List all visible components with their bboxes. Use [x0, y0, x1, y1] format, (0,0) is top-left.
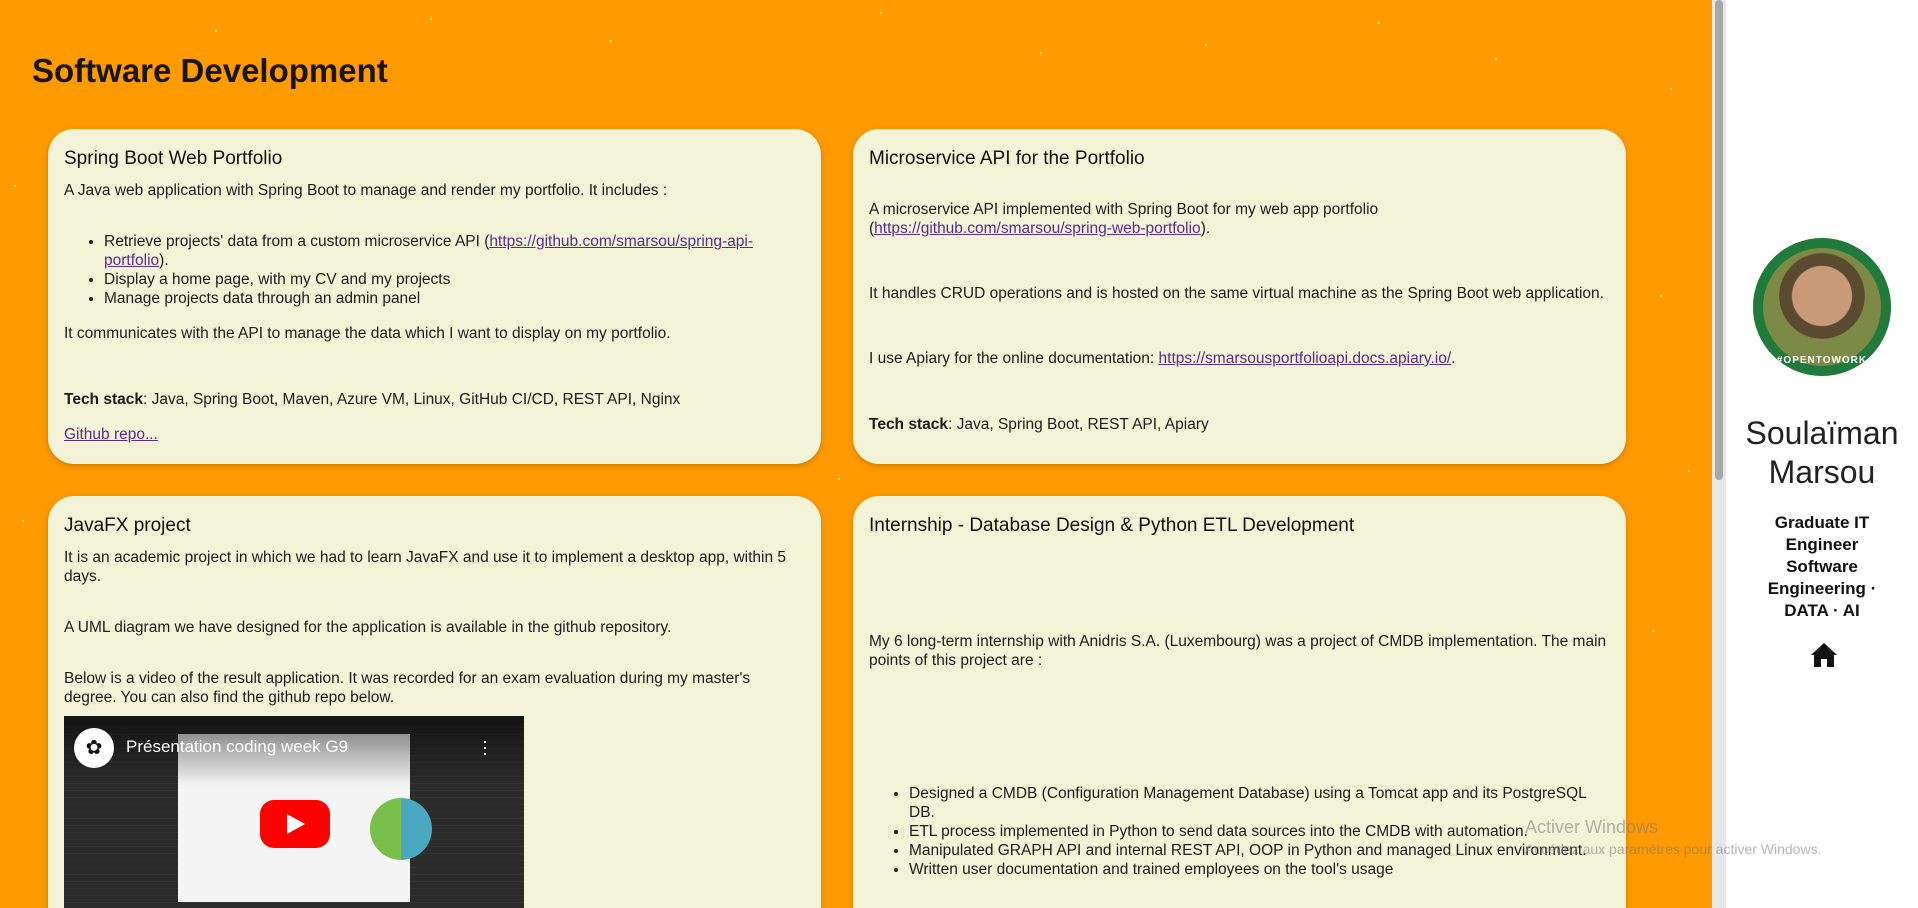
tech-stack: Tech stack: Java, Spring Boot, REST API,… — [869, 416, 1209, 433]
card-title: Spring Boot Web Portfolio — [64, 148, 283, 169]
card-title: Microservice API for the Portfolio — [869, 148, 1145, 169]
project-card-internship: Internship - Database Design & Python ET… — [853, 496, 1626, 908]
tech-stack: Tech stack: Java, Spring Boot, Maven, Az… — [64, 391, 681, 408]
more-options-icon[interactable]: · · · — [482, 732, 488, 762]
list-item: ETL process implemented in Python to sen… — [909, 822, 1610, 841]
card-paragraph: Below is a video of the result applicati… — [64, 670, 751, 706]
card-paragraph: I use Apiary for the online documentatio… — [869, 350, 1456, 367]
scrollbar-thumb[interactable] — [1715, 0, 1723, 480]
project-card-microservice-api: Microservice API for the Portfolio A mic… — [853, 129, 1626, 464]
section-title: Software Development — [32, 52, 388, 89]
card-paragraph: A UML diagram we have designed for the a… — [64, 619, 672, 636]
project-card-spring-boot-portfolio: Spring Boot Web Portfolio A Java web app… — [48, 129, 821, 464]
list-item: Written user documentation and trained e… — [909, 860, 1610, 879]
card-intro: My 6 long-term internship with Anidris S… — [869, 633, 1607, 669]
list-item: Display a home page, with my CV and my p… — [104, 270, 805, 289]
avatar: #OPENTOWORK — [1753, 238, 1891, 376]
play-button[interactable] — [260, 800, 330, 848]
channel-avatar[interactable]: ✿ — [74, 728, 114, 768]
feature-list: Retrieve projects' data from a custom mi… — [64, 232, 805, 308]
home-icon[interactable] — [1810, 642, 1838, 668]
list-item: Designed a CMDB (Configuration Managemen… — [909, 784, 1610, 822]
profile-name: Soulaïman Marsou — [1745, 415, 1899, 490]
list-item: Manipulated GRAPH API and internal REST … — [909, 841, 1610, 860]
apiary-docs-link[interactable]: https://smarsousportfolioapi.docs.apiary… — [1159, 350, 1452, 367]
windows-activation-subtitle: Accédez aux paramètres pour activer Wind… — [1525, 841, 1822, 857]
spring-web-link[interactable]: https://github.com/smarsou/spring-web-po… — [874, 220, 1201, 237]
vertical-scrollbar[interactable] — [1712, 0, 1726, 908]
github-repo-link[interactable]: Github repo... — [64, 426, 158, 443]
card-intro: A Java web application with Spring Boot … — [64, 182, 668, 199]
profile-role: Graduate IT Engineer Software Engineerin… — [1767, 513, 1877, 620]
list-item: Manage projects data through an admin pa… — [104, 289, 805, 308]
list-item: Retrieve projects' data from a custom mi… — [104, 232, 805, 270]
youtube-video-player[interactable]: ✿ Présentation coding week G9 · · · — [64, 716, 524, 908]
card-paragraph: It handles CRUD operations and is hosted… — [869, 285, 1604, 302]
feature-list: Designed a CMDB (Configuration Managemen… — [869, 784, 1610, 879]
card-paragraph: It is an academic project in which we ha… — [64, 549, 786, 585]
project-card-javafx: JavaFX project It is an academic project… — [48, 496, 821, 908]
card-paragraph: A microservice API implemented with Spri… — [869, 201, 1379, 237]
windows-activation-title: Activer Windows — [1525, 817, 1659, 837]
profile-sidebar: #OPENTOWORK Soulaïman Marsou Graduate IT… — [1726, 0, 1918, 908]
video-title[interactable]: Présentation coding week G9 — [126, 737, 348, 756]
open-to-work-badge: #OPENTOWORK — [1776, 355, 1868, 366]
card-paragraph: It communicates with the API to manage t… — [64, 325, 671, 342]
thumbnail-pie-graphic — [370, 798, 432, 860]
card-title: JavaFX project — [64, 515, 191, 536]
main-content: Software Development Spring Boot Web Por… — [0, 0, 1712, 908]
card-title: Internship - Database Design & Python ET… — [869, 515, 1355, 536]
